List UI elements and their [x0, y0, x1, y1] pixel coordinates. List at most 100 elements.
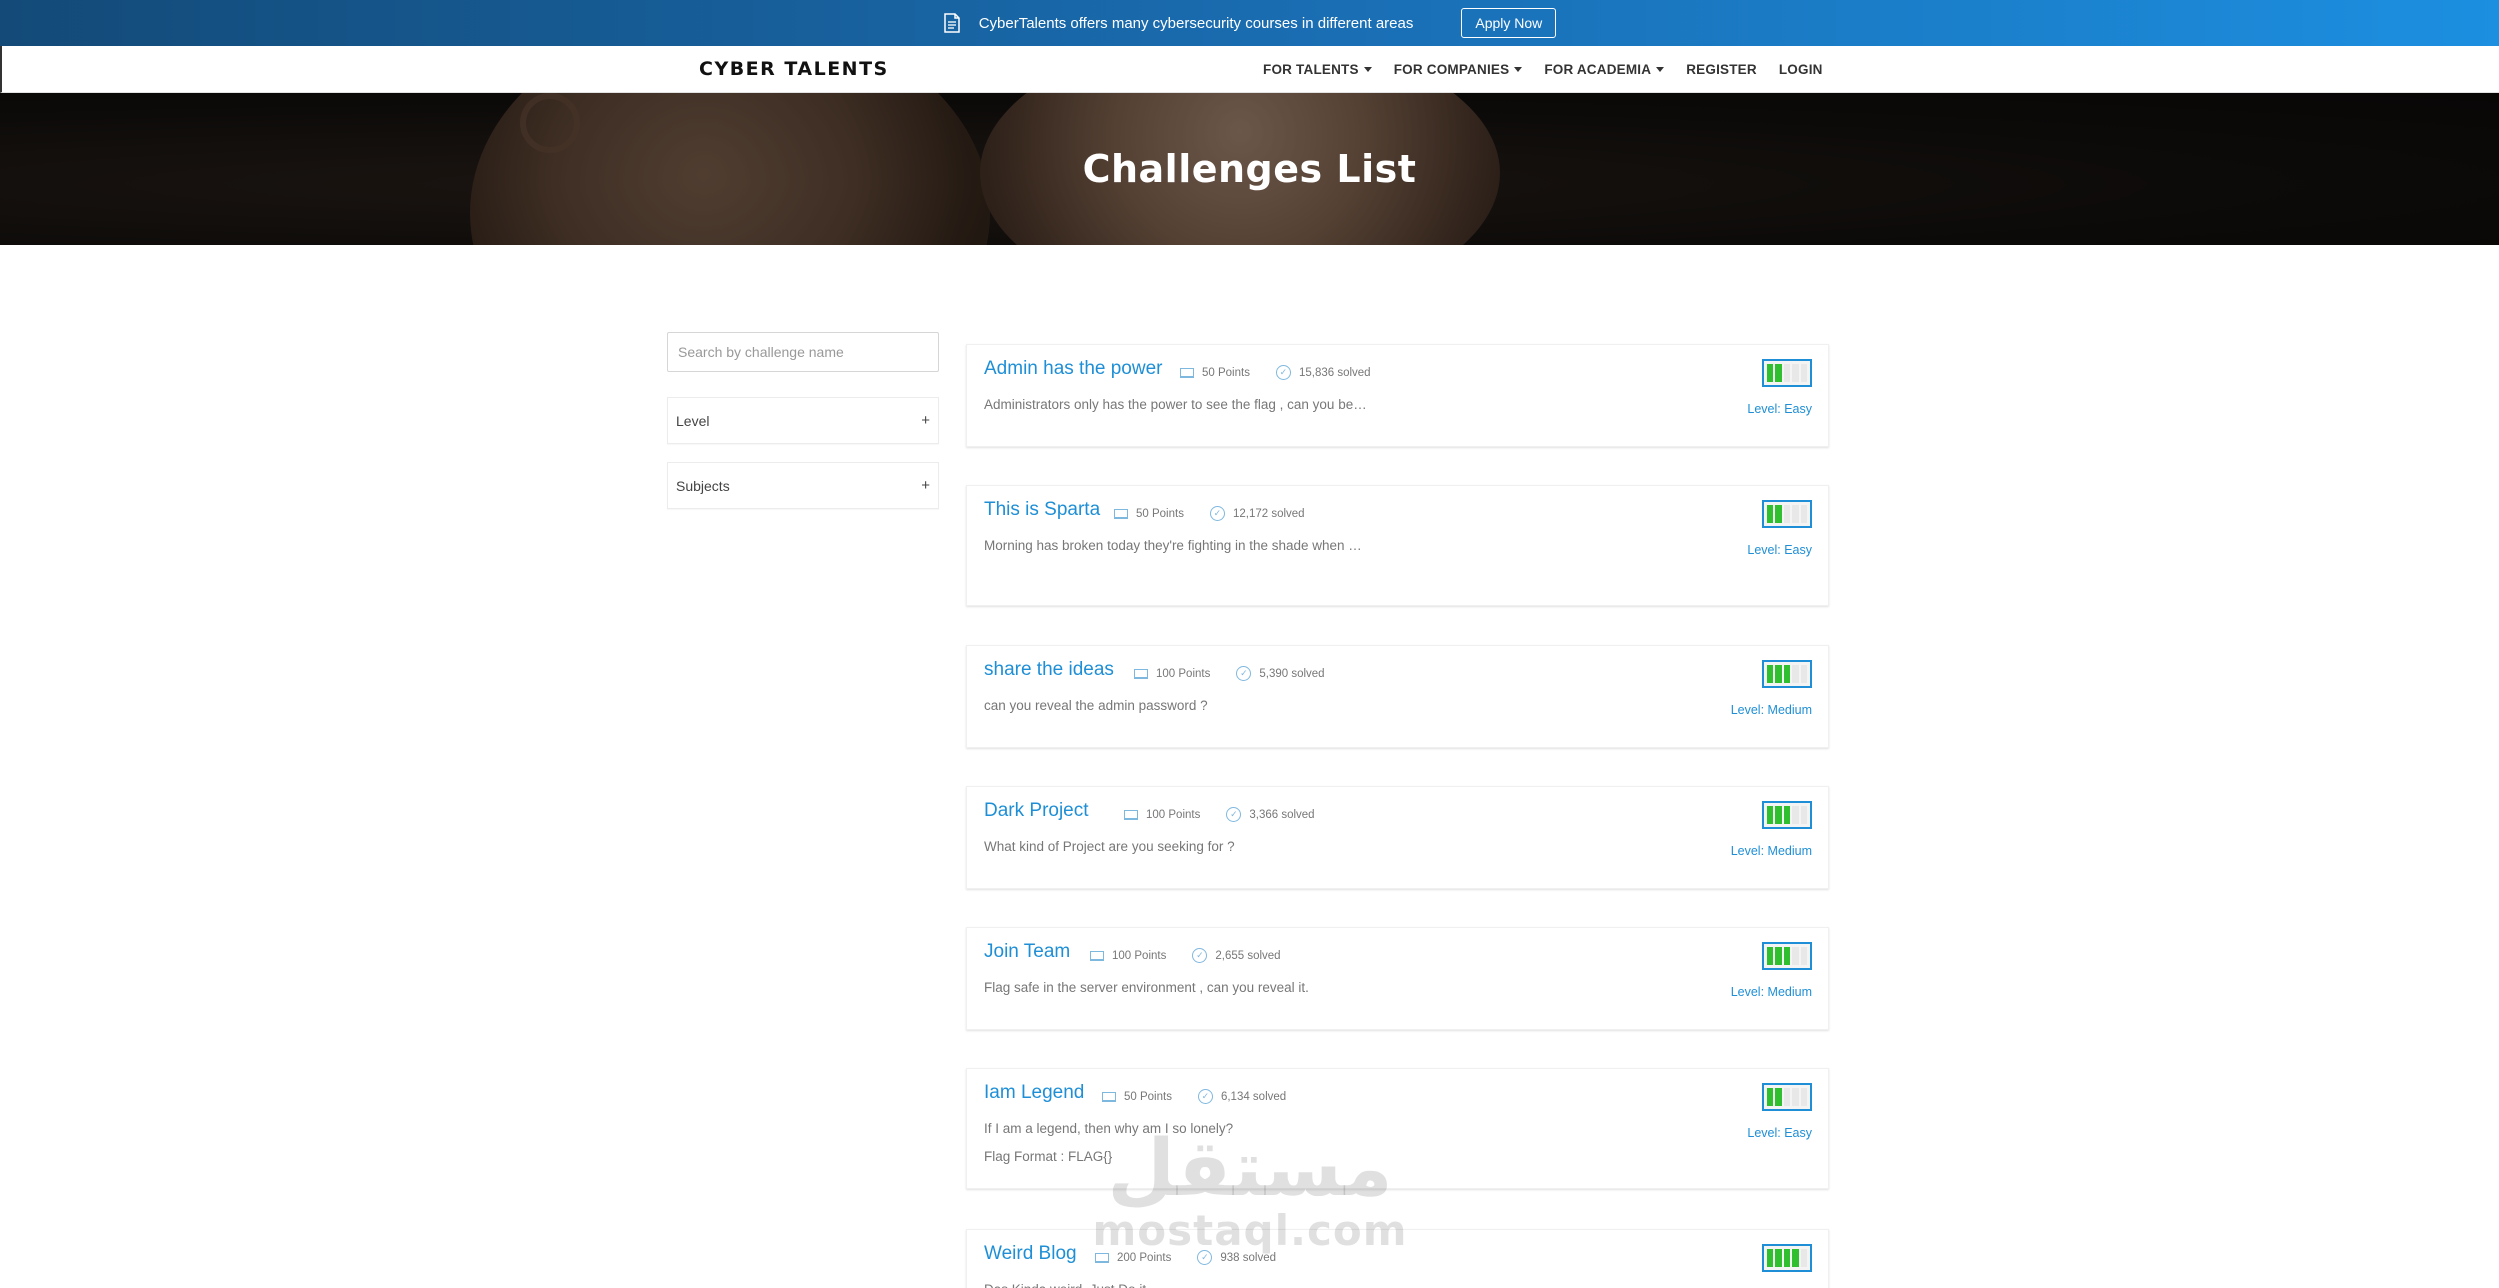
challenge-card[interactable]: Iam Legend 50 Points ✓ 6,134 solved If I am … [966, 1068, 1829, 1189]
difficulty-meter-segment [1792, 1249, 1799, 1267]
difficulty-label: Level: Medium [1730, 844, 1812, 858]
challenge-meta: 100 Points ✓ 3,366 solved [1124, 807, 1315, 822]
check-circle-icon: ✓ [1209, 506, 1225, 521]
difficulty-meter-segment [1800, 947, 1808, 965]
difficulty-meter-segment [1792, 665, 1799, 683]
challenge-card[interactable]: Weird Blog 200 Points ✓ 938 solved Das Kinda… [966, 1229, 1829, 1288]
challenge-description: Morning has broken today they're fightin… [984, 538, 1362, 553]
challenge-title-link[interactable]: Admin has the power [984, 358, 1163, 380]
difficulty-meter-segment [1767, 665, 1774, 683]
filter-sidebar: Level + Subjects + [667, 332, 939, 509]
difficulty-meter-segment [1775, 364, 1782, 382]
difficulty-label: Level: Easy [1747, 1126, 1812, 1140]
nav-item-login[interactable]: LOGIN [1779, 62, 1823, 77]
filter-level[interactable]: Level + [667, 397, 939, 444]
hero-banner: Challenges List [0, 93, 2499, 245]
caret-down-icon [1656, 67, 1665, 72]
challenge-description: If I am a legend, then why am I so lonel… [984, 1121, 1234, 1136]
difficulty-meter-segment [1775, 665, 1782, 683]
promo-text: CyberTalents offers many cybersecurity c… [978, 14, 1414, 32]
challenge-points: 50 Points [1136, 507, 1184, 520]
challenge-description: can you reveal the admin password ? [984, 698, 1208, 713]
challenge-card[interactable]: share the ideas 100 Points ✓ 5,390 solved ca… [966, 645, 1829, 748]
challenge-points: 50 Points [1124, 1090, 1172, 1103]
challenge-card[interactable]: Admin has the power 50 Points ✓ 15,836 solv… [966, 344, 1829, 447]
difficulty-meter-segment [1767, 364, 1774, 382]
challenge-title-link[interactable]: This is Sparta [984, 499, 1100, 521]
challenge-points: 100 Points [1146, 808, 1201, 821]
challenge-solved-count: 6,134 solved [1220, 1090, 1287, 1103]
challenge-description: Administrators only has the power to see… [984, 397, 1367, 412]
difficulty-meter-segment [1800, 364, 1808, 382]
challenge-meta: 200 Points ✓ 938 solved [1095, 1250, 1276, 1265]
difficulty-meter-segment [1767, 947, 1774, 965]
caret-down-icon [1363, 67, 1372, 72]
site-logo[interactable]: CYBER TALENTS [699, 58, 889, 80]
navbar: CYBER TALENTS FOR TALENTS FOR COMPANIES … [0, 46, 2499, 93]
check-circle-icon: ✓ [1236, 666, 1252, 681]
laptop-icon [1114, 508, 1128, 519]
check-circle-icon: ✓ [1192, 948, 1208, 963]
difficulty-meter-segment [1783, 1249, 1791, 1267]
filter-subjects[interactable]: Subjects + [667, 462, 939, 509]
challenge-points: 200 Points [1117, 1251, 1172, 1264]
challenge-title-link[interactable]: share the ideas [984, 659, 1114, 681]
laptop-icon [1134, 668, 1148, 679]
challenge-title-link[interactable]: Dark Project [984, 800, 1089, 822]
difficulty-meter [1762, 801, 1812, 829]
difficulty-meter-segment [1783, 364, 1791, 382]
difficulty-label: Level: Easy [1747, 402, 1812, 416]
challenge-solved-count: 938 solved [1220, 1251, 1276, 1264]
nav-item-for-companies[interactable]: FOR COMPANIES [1394, 62, 1523, 77]
challenge-title-link[interactable]: Join Team [984, 941, 1070, 963]
difficulty-meter-segment [1767, 1249, 1774, 1267]
difficulty-meter-segment [1775, 806, 1782, 824]
check-circle-icon: ✓ [1226, 807, 1242, 822]
challenge-card[interactable]: This is Sparta 50 Points ✓ 12,172 solved Mor… [966, 485, 1829, 606]
challenge-title-link[interactable]: Iam Legend [984, 1082, 1084, 1104]
laptop-icon [1095, 1252, 1109, 1263]
search-input[interactable] [667, 332, 939, 372]
difficulty-meter [1762, 359, 1812, 387]
caret-down-icon [1514, 67, 1523, 72]
challenge-meta: 50 Points ✓ 15,836 solved [1180, 365, 1371, 380]
challenge-meta: 100 Points ✓ 5,390 solved [1134, 666, 1325, 681]
difficulty-meter-segment [1800, 806, 1808, 824]
challenge-title-link[interactable]: Weird Blog [984, 1243, 1077, 1265]
challenge-card[interactable]: Join Team 100 Points ✓ 2,655 solved Flag saf… [966, 927, 1829, 1030]
challenge-description: What kind of Project are you seeking for… [984, 839, 1235, 854]
check-circle-icon: ✓ [1197, 1089, 1213, 1104]
difficulty-meter-segment [1783, 665, 1791, 683]
difficulty-meter-segment [1800, 1088, 1808, 1106]
nav-item-register[interactable]: REGISTER [1686, 62, 1757, 77]
difficulty-meter-segment [1783, 1088, 1791, 1106]
difficulty-label: Level: Medium [1730, 985, 1812, 999]
filter-label: Level [676, 412, 710, 429]
difficulty-label: Level: Easy [1747, 543, 1812, 557]
laptop-icon [1180, 367, 1194, 378]
nav-item-for-talents[interactable]: FOR TALENTS [1263, 62, 1372, 77]
apply-now-button[interactable]: Apply Now [1461, 8, 1557, 38]
challenge-card[interactable]: Dark Project 100 Points ✓ 3,366 solved What … [966, 786, 1829, 889]
challenge-points: 100 Points [1156, 667, 1211, 680]
difficulty-meter [1762, 1244, 1812, 1272]
plus-icon: + [921, 477, 930, 494]
difficulty-meter-segment [1792, 1088, 1799, 1106]
filter-label: Subjects [676, 477, 730, 494]
check-circle-icon: ✓ [1275, 365, 1291, 380]
difficulty-meter-segment [1792, 364, 1799, 382]
difficulty-meter [1762, 660, 1812, 688]
difficulty-meter-segment [1783, 505, 1791, 523]
difficulty-meter-segment [1775, 505, 1782, 523]
challenge-meta: 100 Points ✓ 2,655 solved [1090, 948, 1281, 963]
nav-item-for-academia[interactable]: FOR ACADEMIA [1544, 62, 1665, 77]
difficulty-meter-segment [1800, 665, 1808, 683]
challenge-description: Das Kinda weird, Just Do it [984, 1276, 1146, 1288]
difficulty-meter-segment [1792, 947, 1799, 965]
difficulty-meter-segment [1783, 806, 1791, 824]
challenge-description: Flag Format : FLAG{} [984, 1149, 1113, 1164]
challenge-points: 50 Points [1202, 366, 1250, 379]
difficulty-meter-segment [1767, 1088, 1774, 1106]
difficulty-meter-segment [1783, 947, 1791, 965]
difficulty-meter-segment [1800, 505, 1808, 523]
